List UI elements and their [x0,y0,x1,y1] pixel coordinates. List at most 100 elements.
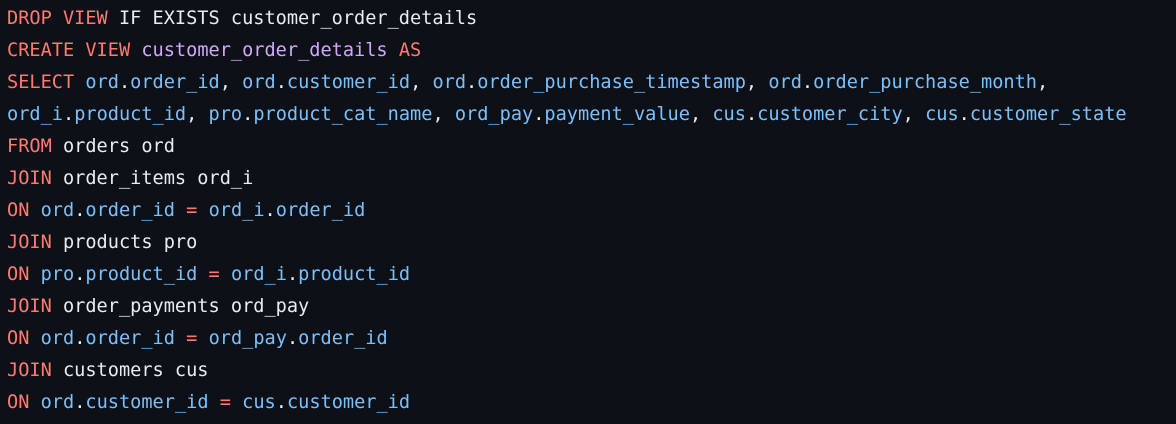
code-token-plain: . [275,392,287,413]
code-token-keyword: ON [7,328,30,349]
code-token-plain: , [1037,72,1049,93]
code-token-plain: . [801,72,814,93]
code-line: ord_i.product_id, pro.product_cat_name, … [7,99,1176,131]
code-token-ident: product_id [74,104,187,125]
code-token-plain: . [74,200,86,221]
code-line: ON pro.product_id = ord_i.product_id [7,259,1176,291]
code-token-plain: . [62,104,75,125]
code-token-plain: . [264,200,276,221]
code-token-keyword: DROP VIEW [7,8,108,29]
code-token-plain: . [74,264,86,285]
code-line: ON ord.customer_id = cus.customer_id [7,387,1176,419]
code-token-ident: cus [925,104,959,125]
code-token-ident: customer_id [286,392,411,413]
code-editor[interactable]: DROP VIEW IF EXISTS customer_order_detai… [0,0,1176,424]
code-token-keyword: ON [7,264,30,285]
code-token-ident: customer_id [286,72,411,93]
code-token-plain: . [242,104,254,125]
code-token-ident: customer_city [757,104,903,125]
code-token-plain: customers cus [51,360,209,381]
code-token-ident: pro [40,264,75,285]
code-token-plain: , [410,72,433,93]
code-token-ident: ord [242,72,276,93]
code-token-plain: , [186,104,209,125]
code-token-ident: customer_id [85,392,209,413]
code-token-keyword: ON [7,392,30,413]
code-token-ident: order_purchase_month [813,72,1037,93]
code-token-plain: . [275,72,287,93]
code-token-plain: . [958,104,970,125]
code-token-ident: ord [432,72,467,93]
code-token-keyword: = [219,392,231,413]
code-token-ident: product_id [85,264,198,285]
code-token-ident: product_id [298,264,411,285]
code-line: JOIN customers cus [7,355,1176,387]
code-token-keyword: ON [7,200,30,221]
code-token-ident: cus [242,392,276,413]
code-line: FROM orders ord [7,131,1176,163]
code-token-plain: products pro [51,232,198,253]
code-token-plain: orders ord [51,136,175,157]
code-line: ON ord.order_id = ord_pay.order_id [7,323,1176,355]
code-token-keyword: = [208,264,220,285]
code-token-plain: , [745,72,769,93]
code-line: DROP VIEW IF EXISTS customer_order_detai… [7,3,1176,35]
code-token-ident: ord_i [230,264,287,285]
code-token-plain: . [533,104,545,125]
code-token-plain: , [689,104,713,125]
code-token-keyword: = [186,200,198,221]
code-token-keyword: SELECT [7,72,75,93]
code-token-plain: , [902,104,926,125]
code-token-ident: order_purchase_timestamp [477,72,746,93]
code-token-ident: order_id [298,328,388,349]
code-token-ident: ord [85,72,119,93]
code-token-ident: ord [40,392,75,413]
code-token-keyword: JOIN [7,232,52,253]
code-line: CREATE VIEW customer_order_details AS [7,35,1176,67]
code-token-keyword: = [186,328,198,349]
code-token-ident: order_id [85,328,175,349]
code-token-plain: , [219,72,243,93]
code-token-ident: ord [40,328,75,349]
code-token-ident: cus [712,104,746,125]
code-token-ident: ord_pay [208,328,287,349]
code-token-ident: ord [768,72,802,93]
code-token-entity: customer_order_details [141,40,388,61]
code-token-keyword: AS [398,40,422,61]
code-token-ident: ord_i [208,200,265,221]
code-token-keyword: JOIN [7,360,52,381]
code-token-ident: order_id [275,200,366,221]
code-token-plain: . [286,328,299,349]
code-token-keyword: FROM [7,136,52,157]
code-token-keyword: JOIN [7,296,52,317]
code-token-ident: pro [208,104,243,125]
code-token-plain: . [745,104,758,125]
code-token-plain: order_payments ord_pay [51,296,310,317]
code-token-plain: . [118,72,131,93]
code-token-ident: payment_value [544,104,690,125]
code-token-ident: customer_state [969,104,1127,125]
code-line: SELECT ord.order_id, ord.customer_id, or… [7,67,1176,99]
code-line: ON ord.order_id = ord_i.order_id [7,195,1176,227]
code-line: JOIN products pro [7,227,1176,259]
code-token-plain: . [74,392,86,413]
code-token-ident: ord_i [7,104,63,125]
code-token-plain: . [74,328,86,349]
code-token-ident: order_id [85,200,175,221]
code-token-ident: order_id [130,72,220,93]
code-token-keyword: CREATE VIEW [7,40,131,61]
